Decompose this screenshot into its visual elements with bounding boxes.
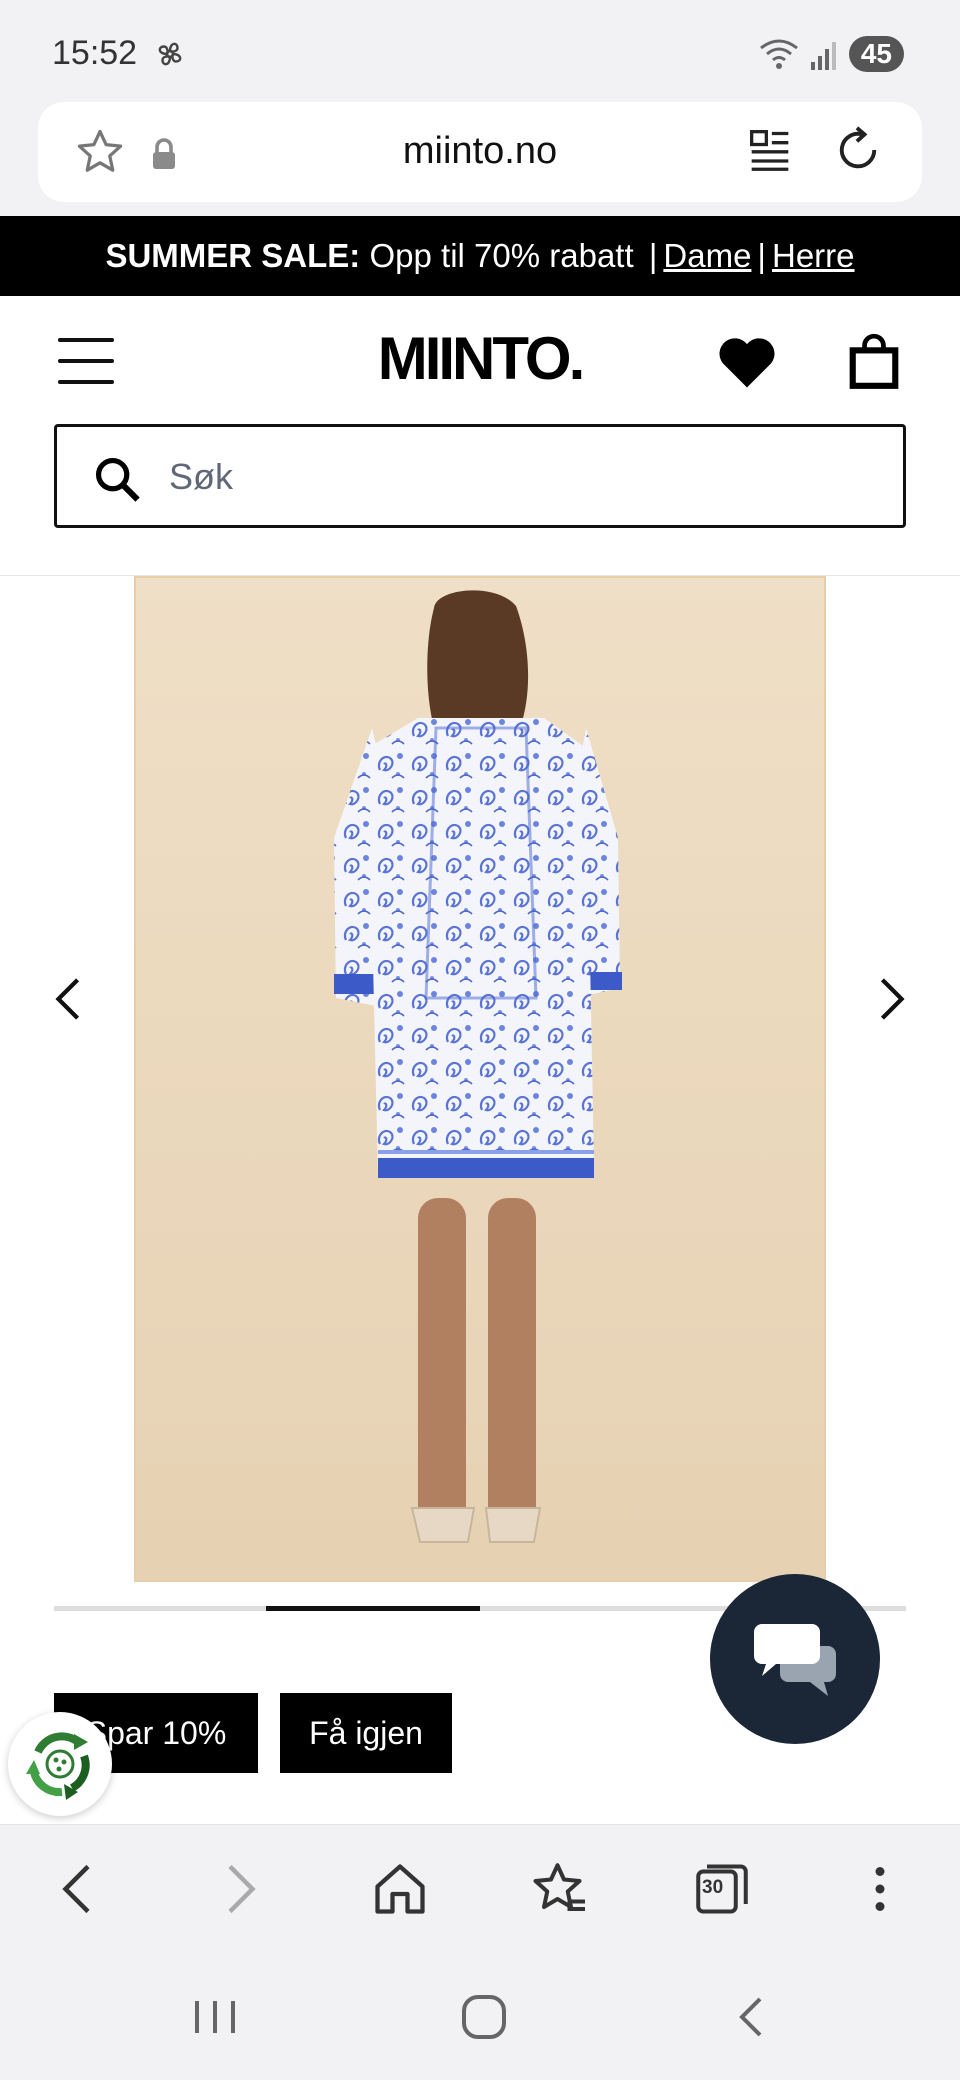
chevron-right-icon[interactable] — [874, 976, 910, 1022]
home-button-icon[interactable] — [454, 1992, 514, 2042]
system-nav-bar — [0, 1954, 960, 2080]
recycle-badge-icon[interactable] — [8, 1712, 112, 1816]
search-box[interactable] — [54, 424, 906, 528]
get-back-button[interactable]: Få igjen — [280, 1693, 452, 1773]
browser-address-area: miinto.no — [0, 100, 960, 216]
tabs-count: 30 — [702, 1877, 724, 1898]
back-icon[interactable] — [48, 1859, 108, 1919]
home-icon[interactable] — [370, 1859, 430, 1919]
more-options-icon[interactable] — [850, 1859, 910, 1919]
reload-icon[interactable] — [832, 124, 884, 176]
wifi-icon — [759, 39, 798, 69]
promo-separator: | — [757, 237, 766, 274]
promo-link-women[interactable]: Dame — [663, 237, 751, 274]
promo-text: Opp til 70% rabatt — [369, 237, 634, 274]
reader-mode-icon[interactable] — [748, 128, 792, 172]
promo-banner: SUMMER SALE: Opp til 70% rabatt | Dame | He… — [0, 216, 960, 296]
address-bar[interactable]: miinto.no — [38, 102, 922, 202]
promo-link-men[interactable]: Herre — [772, 237, 855, 274]
chevron-left-icon[interactable] — [50, 976, 86, 1022]
chat-bubbles-icon — [754, 1624, 836, 1696]
promo-bold: SUMMER SALE: — [105, 237, 361, 274]
tabs-button[interactable]: 30 — [692, 1859, 752, 1919]
shopping-bag-icon[interactable] — [848, 332, 900, 390]
site-header: MIINTO. — [0, 296, 960, 576]
dress-illustration — [334, 590, 622, 1543]
recent-apps-icon[interactable] — [185, 1992, 245, 2042]
status-time: 15:52 — [52, 34, 138, 72]
product-image[interactable] — [134, 576, 826, 1582]
heart-icon[interactable] — [716, 334, 778, 390]
status-indicators: 45 — [759, 36, 904, 72]
system-back-icon[interactable] — [722, 1992, 782, 2042]
gallery-progress-fill — [266, 1606, 480, 1611]
search-input[interactable] — [169, 449, 869, 505]
signal-icon — [810, 42, 836, 70]
forward-icon[interactable] — [210, 1859, 270, 1919]
bookmarks-star-icon[interactable] — [530, 1859, 590, 1919]
site-logo[interactable]: MIINTO. — [0, 324, 960, 393]
recycle-icon — [26, 1732, 90, 1800]
promo-separator: | — [648, 237, 658, 274]
product-gallery — [0, 576, 960, 1606]
search-icon — [95, 457, 140, 502]
browser-toolbar: 30 — [0, 1824, 960, 1954]
chat-button[interactable] — [710, 1574, 880, 1744]
battery-indicator: 45 — [848, 36, 904, 72]
status-bar: 15:52 45 — [0, 0, 960, 100]
pinwheel-icon — [158, 42, 182, 66]
